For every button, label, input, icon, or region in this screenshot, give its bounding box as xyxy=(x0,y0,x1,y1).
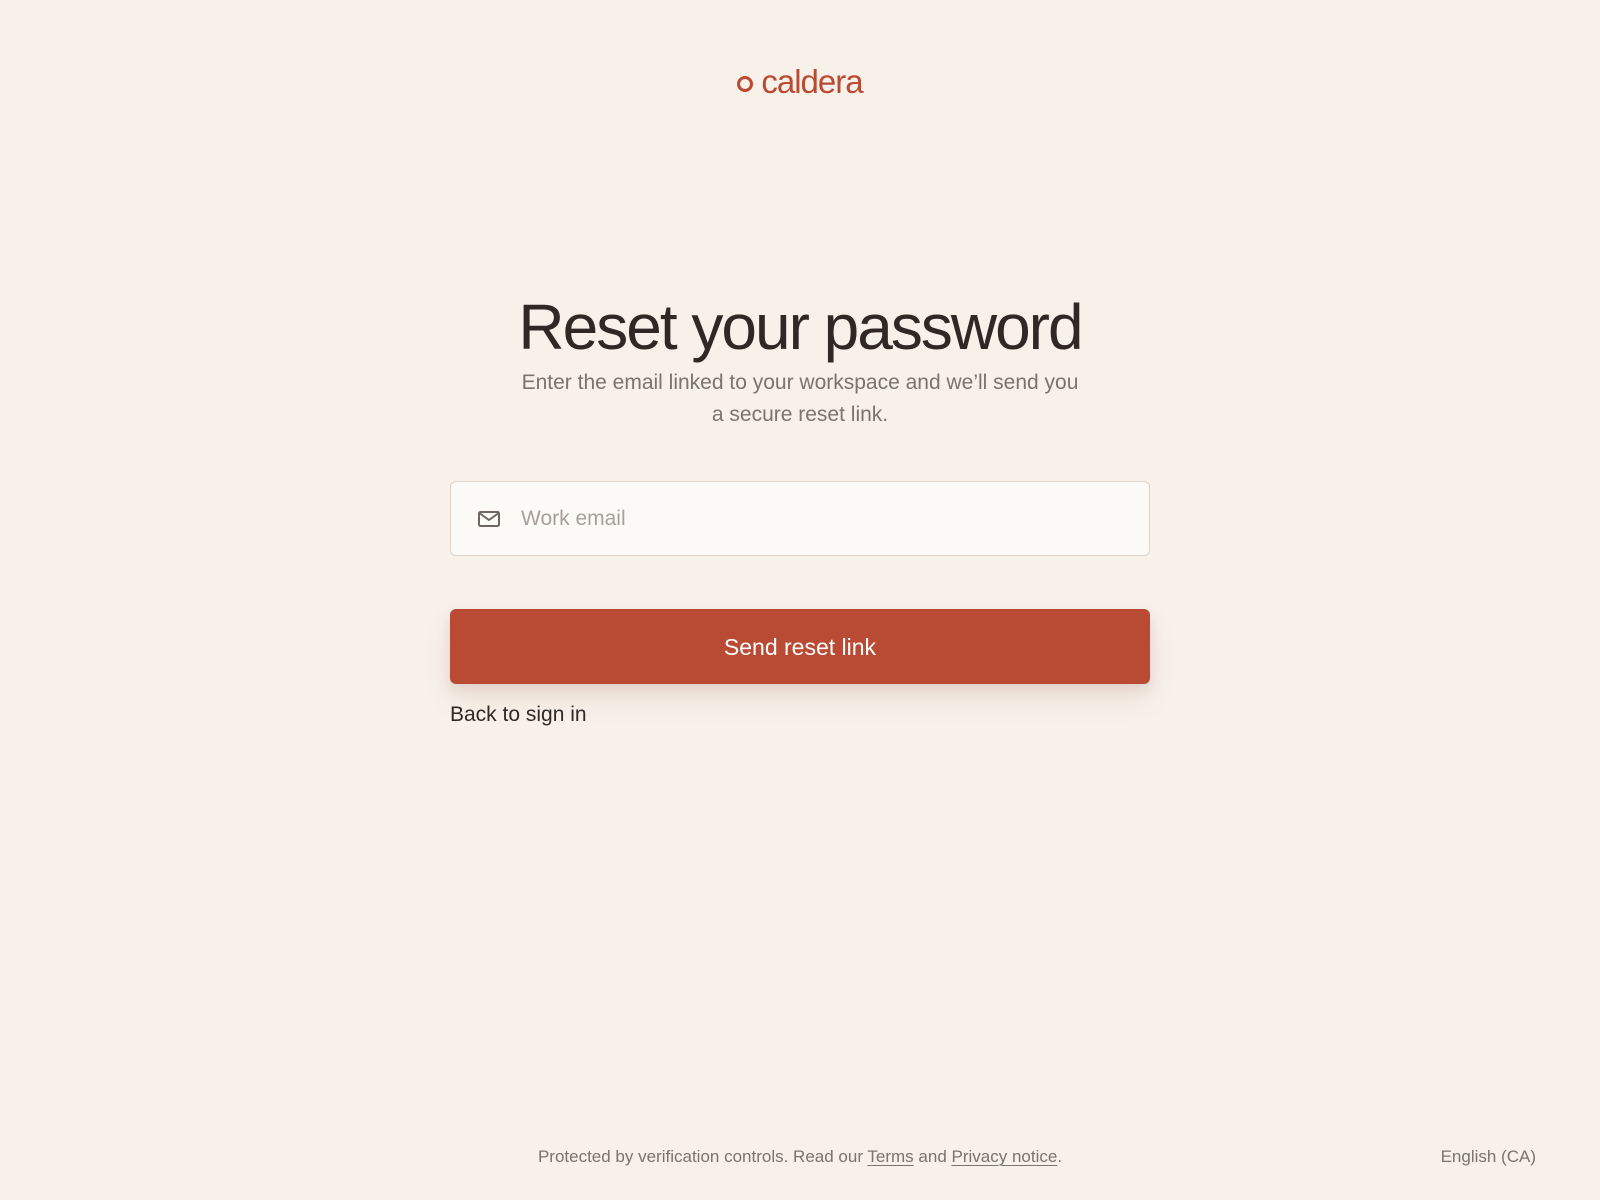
footer-text-after: . xyxy=(1057,1147,1063,1166)
email-input[interactable] xyxy=(521,498,1111,539)
privacy-notice-link[interactable]: Privacy notice xyxy=(952,1147,1058,1166)
mail-icon xyxy=(477,507,501,531)
footer-text-before: Protected by verification controls. Read… xyxy=(537,1147,868,1166)
footer-text-between: and xyxy=(913,1147,952,1166)
terms-link[interactable]: Terms xyxy=(867,1147,913,1166)
logo-ring-icon xyxy=(737,75,754,92)
footer-legal-text: Protected by verification controls. Read… xyxy=(0,1146,1600,1168)
page-subtitle: Enter the email linked to your workspace… xyxy=(521,371,1079,426)
send-reset-link-button[interactable]: Send reset link xyxy=(450,609,1150,684)
page-title: Reset your password xyxy=(518,290,1083,363)
language-selector[interactable]: English (CA) xyxy=(1441,1146,1536,1168)
brand-name: caldera xyxy=(761,63,863,100)
email-field[interactable] xyxy=(450,481,1150,556)
back-to-sign-in-link[interactable]: Back to sign in xyxy=(450,701,587,729)
brand-logo[interactable]: caldera xyxy=(0,62,1600,102)
